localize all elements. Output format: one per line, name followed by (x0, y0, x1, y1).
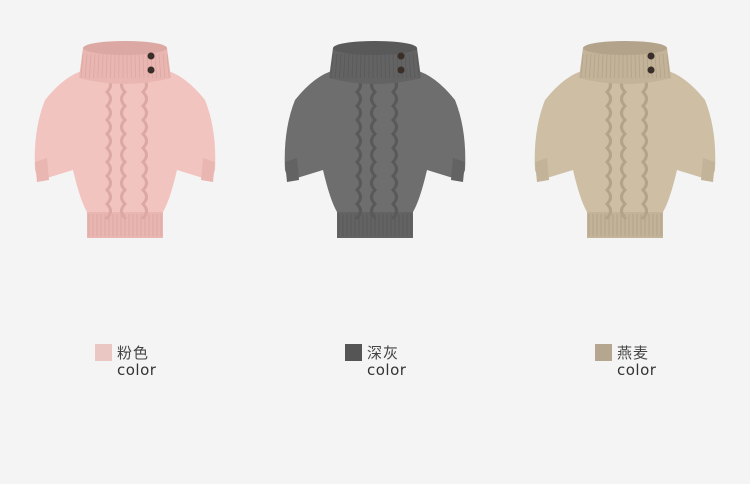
color-name-en: color (367, 361, 407, 379)
left-cuff (35, 158, 49, 182)
color-name-en: color (117, 361, 157, 379)
button-icon (397, 52, 405, 60)
collar-opening (83, 41, 167, 55)
color-name-cn: 粉色 (117, 344, 150, 362)
left-cuff (535, 158, 549, 182)
sweater-image[interactable] (25, 30, 225, 250)
collar-opening (583, 41, 667, 55)
button-icon (147, 66, 155, 74)
button-icon (647, 66, 655, 74)
sweater-image[interactable] (275, 30, 475, 250)
product-pink: 粉色 color (0, 0, 250, 484)
color-option[interactable]: 深灰 color (345, 342, 495, 382)
color-swatch (345, 344, 362, 361)
sweater-image[interactable] (525, 30, 725, 250)
color-name-cn: 深灰 (367, 344, 400, 362)
color-swatch (595, 344, 612, 361)
left-cuff (285, 158, 299, 182)
product-oatmeal: 燕麦 color (500, 0, 750, 484)
right-cuff (701, 158, 715, 182)
color-swatch (95, 344, 112, 361)
color-option[interactable]: 燕麦 color (595, 342, 745, 382)
right-cuff (201, 158, 215, 182)
product-dark-gray: 深灰 color (250, 0, 500, 484)
collar-opening (333, 41, 417, 55)
color-option[interactable]: 粉色 color (95, 342, 245, 382)
button-icon (397, 66, 405, 74)
button-icon (647, 52, 655, 60)
right-cuff (451, 158, 465, 182)
button-icon (147, 52, 155, 60)
color-name-en: color (617, 361, 657, 379)
color-name-cn: 燕麦 (617, 344, 650, 362)
